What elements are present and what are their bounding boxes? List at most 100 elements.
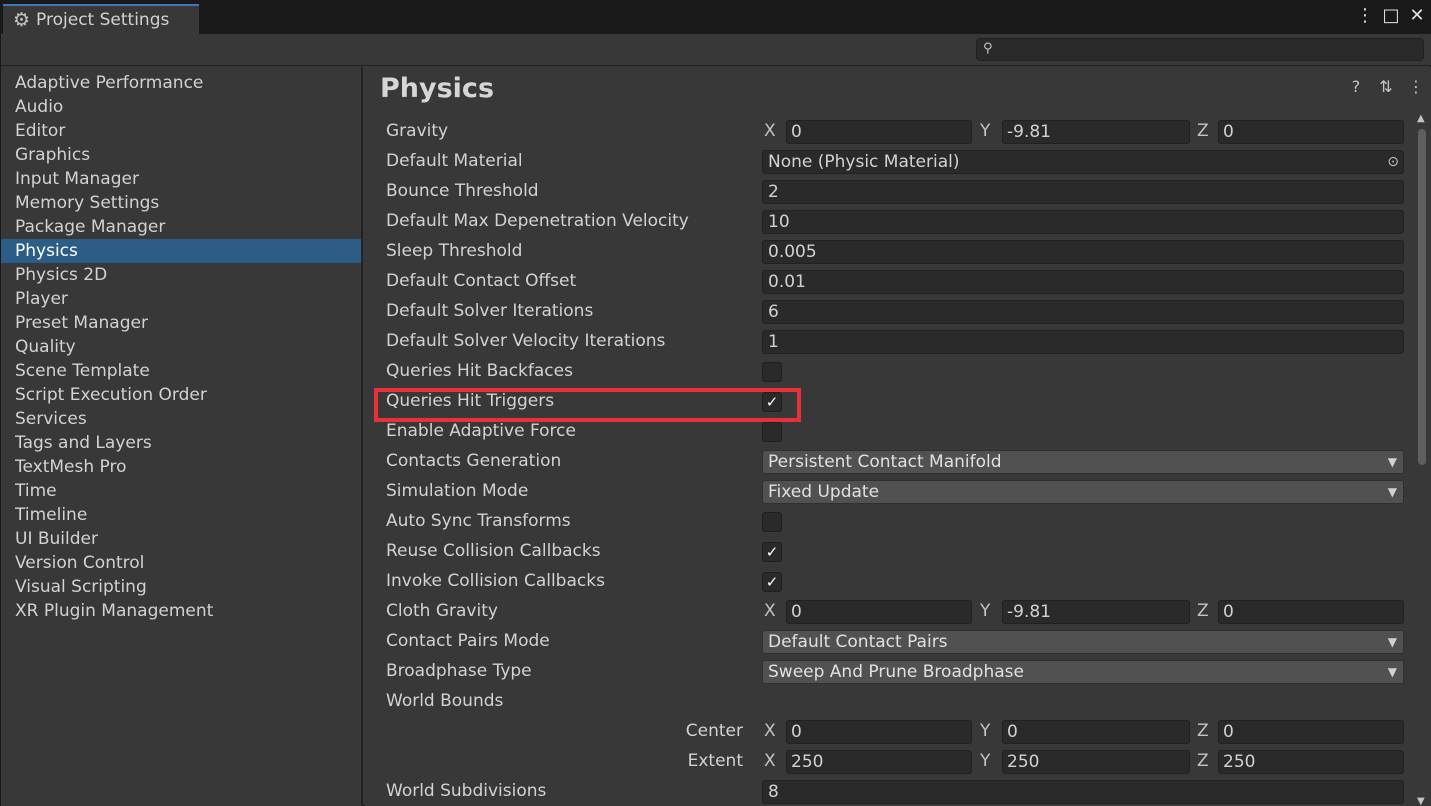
sidebar-item-time[interactable]: Time bbox=[1, 479, 361, 503]
solver-velocity-iterations-field[interactable]: 1 bbox=[762, 330, 1404, 354]
vertical-scrollbar[interactable]: ▲ ▼ bbox=[1414, 113, 1430, 806]
center-z-field[interactable]: 0 bbox=[1218, 720, 1404, 744]
sidebar-item-version-control[interactable]: Version Control bbox=[1, 551, 361, 575]
axis-z-label: Z bbox=[1197, 121, 1209, 141]
setting-contact-offset: Default Contact Offset 0.01 bbox=[365, 267, 1410, 297]
dropdown-value: Sweep And Prune Broadphase bbox=[768, 662, 1024, 682]
contacts-generation-dropdown[interactable]: Persistent Contact Manifold ▼ bbox=[762, 450, 1404, 474]
sidebar-item-quality[interactable]: Quality bbox=[1, 335, 361, 359]
axis-y-label: Y bbox=[980, 601, 991, 621]
physics-settings-panel: Physics ? ⇅ ⋮ Gravity X 0 Y -9.81 Z 0 De… bbox=[365, 67, 1431, 806]
axis-y-label: Y bbox=[980, 121, 991, 141]
setting-label: Contacts Generation bbox=[386, 451, 562, 471]
sidebar-item-xr-plugin-management[interactable]: XR Plugin Management bbox=[1, 599, 361, 623]
setting-world-bounds-center: Center X 0 Y 0 Z 0 bbox=[365, 717, 1410, 747]
maximize-icon[interactable]: □ bbox=[1382, 5, 1400, 27]
invoke-collision-callbacks-checkbox[interactable]: ✓ bbox=[762, 572, 782, 592]
sidebar-item-ui-builder[interactable]: UI Builder bbox=[1, 527, 361, 551]
scrollbar-thumb[interactable] bbox=[1418, 129, 1426, 465]
cloth-gravity-y-field[interactable]: -9.81 bbox=[1002, 600, 1190, 624]
setting-label: Enable Adaptive Force bbox=[386, 421, 576, 441]
gravity-z-field[interactable]: 0 bbox=[1218, 120, 1404, 144]
setting-label: Simulation Mode bbox=[386, 481, 529, 501]
sidebar-item-memory-settings[interactable]: Memory Settings bbox=[1, 191, 361, 215]
cloth-gravity-z-field[interactable]: 0 bbox=[1218, 600, 1404, 624]
queries-hit-backfaces-checkbox[interactable] bbox=[762, 362, 782, 382]
sidebar-item-graphics[interactable]: Graphics bbox=[1, 143, 361, 167]
setting-label: Default Material bbox=[386, 151, 523, 171]
axis-y-label: Y bbox=[980, 721, 991, 741]
toolbar: ⚲ bbox=[1, 34, 1431, 66]
search-input[interactable] bbox=[999, 40, 1419, 59]
sidebar-item-audio[interactable]: Audio bbox=[1, 95, 361, 119]
sidebar-item-tags-and-layers[interactable]: Tags and Layers bbox=[1, 431, 361, 455]
axis-y-label: Y bbox=[980, 751, 991, 771]
sidebar-item-textmesh-pro[interactable]: TextMesh Pro bbox=[1, 455, 361, 479]
setting-label: Default Solver Velocity Iterations bbox=[386, 331, 666, 351]
sidebar-item-adaptive-performance[interactable]: Adaptive Performance bbox=[1, 71, 361, 95]
sidebar-item-physics[interactable]: Physics bbox=[1, 239, 361, 263]
close-icon[interactable]: ✕ bbox=[1408, 5, 1426, 27]
sidebar-item-player[interactable]: Player bbox=[1, 287, 361, 311]
sidebar-item-timeline[interactable]: Timeline bbox=[1, 503, 361, 527]
world-subdivisions-field[interactable]: 8 bbox=[762, 780, 1404, 804]
kebab-menu-icon[interactable]: ⋮ bbox=[1408, 77, 1424, 96]
sidebar-item-input-manager[interactable]: Input Manager bbox=[1, 167, 361, 191]
sidebar-item-scene-template[interactable]: Scene Template bbox=[1, 359, 361, 383]
setting-label: World Subdivisions bbox=[386, 781, 547, 801]
contact-pairs-mode-dropdown[interactable]: Default Contact Pairs ▼ bbox=[762, 630, 1404, 654]
auto-sync-transforms-checkbox[interactable] bbox=[762, 512, 782, 532]
extent-y-field[interactable]: 250 bbox=[1002, 750, 1190, 774]
setting-enable-adaptive-force: Enable Adaptive Force bbox=[365, 417, 1410, 447]
sidebar-item-services[interactable]: Services bbox=[1, 407, 361, 431]
setting-label: World Bounds bbox=[386, 691, 504, 711]
object-picker-icon[interactable]: ⊙ bbox=[1387, 151, 1399, 173]
kebab-menu-icon[interactable]: ⋮ bbox=[1356, 5, 1374, 27]
cloth-gravity-x-field[interactable]: 0 bbox=[786, 600, 972, 624]
setting-broadphase-type: Broadphase Type Sweep And Prune Broadpha… bbox=[365, 657, 1410, 687]
setting-reuse-collision-callbacks: Reuse Collision Callbacks ✓ bbox=[365, 537, 1410, 567]
extent-label: Extent bbox=[687, 751, 743, 771]
sleep-threshold-field[interactable]: 0.005 bbox=[762, 240, 1404, 264]
gravity-y-field[interactable]: -9.81 bbox=[1002, 120, 1190, 144]
sidebar-item-editor[interactable]: Editor bbox=[1, 119, 361, 143]
extent-x-field[interactable]: 250 bbox=[786, 750, 972, 774]
panel-header: Physics bbox=[380, 69, 494, 107]
setting-queries-hit-triggers: Queries Hit Triggers ✓ bbox=[365, 387, 1410, 417]
gravity-x-field[interactable]: 0 bbox=[786, 120, 972, 144]
window-controls: ⋮ □ ✕ bbox=[1356, 5, 1426, 27]
setting-label: Queries Hit Backfaces bbox=[386, 361, 573, 381]
center-x-field[interactable]: 0 bbox=[786, 720, 972, 744]
default-material-value: None (Physic Material) bbox=[768, 152, 960, 172]
broadphase-type-dropdown[interactable]: Sweep And Prune Broadphase ▼ bbox=[762, 660, 1404, 684]
setting-bounce-threshold: Bounce Threshold 2 bbox=[365, 177, 1410, 207]
sidebar-item-visual-scripting[interactable]: Visual Scripting bbox=[1, 575, 361, 599]
contact-offset-field[interactable]: 0.01 bbox=[762, 270, 1404, 294]
sidebar-item-physics-2d[interactable]: Physics 2D bbox=[1, 263, 361, 287]
reuse-collision-callbacks-checkbox[interactable]: ✓ bbox=[762, 542, 782, 562]
help-icon[interactable]: ? bbox=[1348, 77, 1364, 96]
max-depenetration-field[interactable]: 10 bbox=[762, 210, 1404, 234]
preset-icon[interactable]: ⇅ bbox=[1378, 77, 1394, 96]
axis-z-label: Z bbox=[1197, 721, 1209, 741]
check-icon: ✓ bbox=[765, 393, 779, 411]
sidebar-item-package-manager[interactable]: Package Manager bbox=[1, 215, 361, 239]
extent-z-field[interactable]: 250 bbox=[1218, 750, 1404, 774]
queries-hit-triggers-checkbox[interactable]: ✓ bbox=[762, 392, 782, 412]
enable-adaptive-force-checkbox[interactable] bbox=[762, 422, 782, 442]
title-bar: ⚙ Project Settings ⋮ □ ✕ bbox=[1, 1, 1431, 34]
center-y-field[interactable]: 0 bbox=[1002, 720, 1190, 744]
project-settings-tab[interactable]: ⚙ Project Settings bbox=[3, 4, 199, 34]
bounce-threshold-field[interactable]: 2 bbox=[762, 180, 1404, 204]
sidebar-item-preset-manager[interactable]: Preset Manager bbox=[1, 311, 361, 335]
solver-iterations-field[interactable]: 6 bbox=[762, 300, 1404, 324]
sidebar-item-script-execution-order[interactable]: Script Execution Order bbox=[1, 383, 361, 407]
scroll-down-icon[interactable]: ▼ bbox=[1417, 796, 1425, 806]
setting-label: Default Solver Iterations bbox=[386, 301, 594, 321]
default-material-field[interactable]: None (Physic Material) ⊙ bbox=[762, 150, 1404, 174]
simulation-mode-dropdown[interactable]: Fixed Update ▼ bbox=[762, 480, 1404, 504]
dropdown-value: Default Contact Pairs bbox=[768, 632, 948, 652]
search-box[interactable]: ⚲ bbox=[976, 38, 1424, 61]
scroll-up-icon[interactable]: ▲ bbox=[1417, 113, 1425, 124]
chevron-down-icon: ▼ bbox=[1387, 635, 1397, 649]
